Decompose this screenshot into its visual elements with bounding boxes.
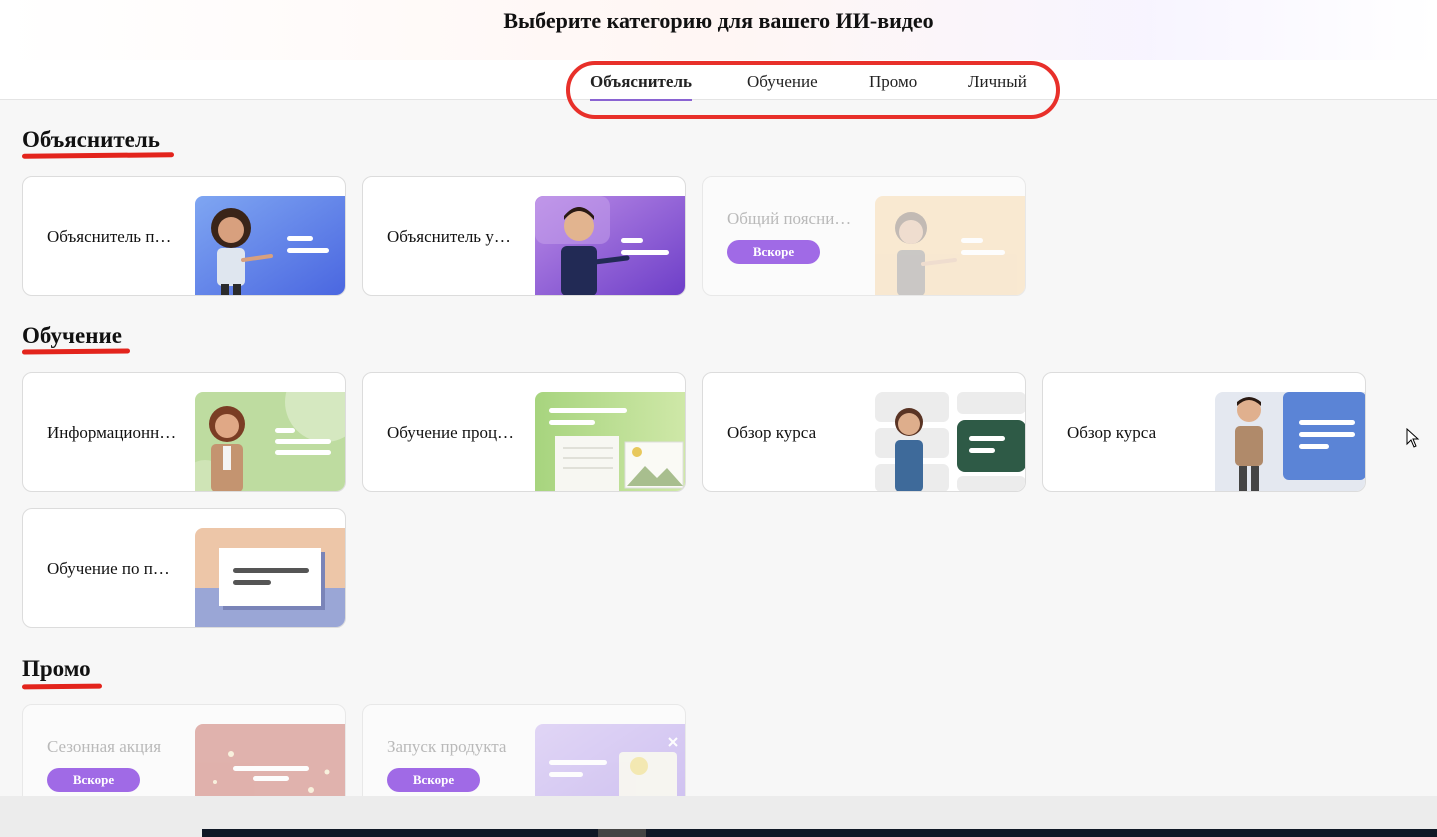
card-thumbnail: [1215, 392, 1365, 491]
template-card[interactable]: Обзор курса: [702, 372, 1026, 492]
template-card[interactable]: Обучение по п…: [22, 508, 346, 628]
card-label: Запуск продукта: [387, 737, 507, 756]
card-label: Обучение проц…: [387, 423, 515, 442]
section-title-training: Обучение: [22, 323, 122, 348]
card-label: Обзор курса: [1067, 423, 1157, 442]
tab-promo[interactable]: Промо: [869, 72, 917, 92]
taskbar-item[interactable]: [598, 829, 646, 837]
template-card[interactable]: Объяснитель п…: [22, 176, 346, 296]
card-label: Общий поясни…: [727, 209, 852, 228]
section-underline-explainer: [21, 152, 175, 159]
tab-training[interactable]: Обучение: [747, 72, 818, 92]
card-thumbnail: [195, 392, 345, 491]
template-card[interactable]: Общий поясни… Вскоре: [702, 176, 1026, 296]
taskbar: [202, 829, 1437, 837]
tab-explainer[interactable]: Объяснитель: [590, 72, 692, 101]
template-card[interactable]: Обучение проц…: [362, 372, 686, 492]
header-bar: Выберите категорию для вашего ИИ-видео: [0, 0, 1437, 100]
card-thumbnail: [195, 196, 345, 295]
template-card[interactable]: Информационн…: [22, 372, 346, 492]
card-label: Сезонная акция: [47, 737, 162, 756]
card-thumbnail: [875, 196, 1025, 295]
card-label: Обучение по п…: [47, 559, 170, 578]
card-label: Информационн…: [47, 423, 177, 442]
card-label: Объяснитель у…: [387, 227, 511, 246]
card-thumbnail: [195, 528, 345, 627]
card-thumbnail: [535, 392, 685, 491]
page-title: Выберите категорию для вашего ИИ-видео: [503, 8, 934, 33]
section-title-promo: Промо: [22, 656, 91, 681]
mouse-cursor-icon: [1406, 428, 1420, 448]
card-label: Обзор курса: [727, 423, 817, 442]
card-thumbnail: [875, 392, 1025, 491]
card-label: Объяснитель п…: [47, 227, 172, 246]
card-thumbnail: [535, 196, 685, 295]
coming-soon-badge: Вскоре: [727, 240, 820, 264]
tab-personal[interactable]: Личный: [968, 72, 1027, 92]
template-card[interactable]: Обзор курса: [1042, 372, 1366, 492]
section-underline-training: [21, 348, 131, 355]
section-underline-promo: [21, 683, 103, 690]
coming-soon-badge: Вскоре: [387, 768, 480, 792]
coming-soon-badge: Вскоре: [47, 768, 140, 792]
template-card[interactable]: Объяснитель у…: [362, 176, 686, 296]
section-title-explainer: Объяснитель: [22, 127, 160, 152]
